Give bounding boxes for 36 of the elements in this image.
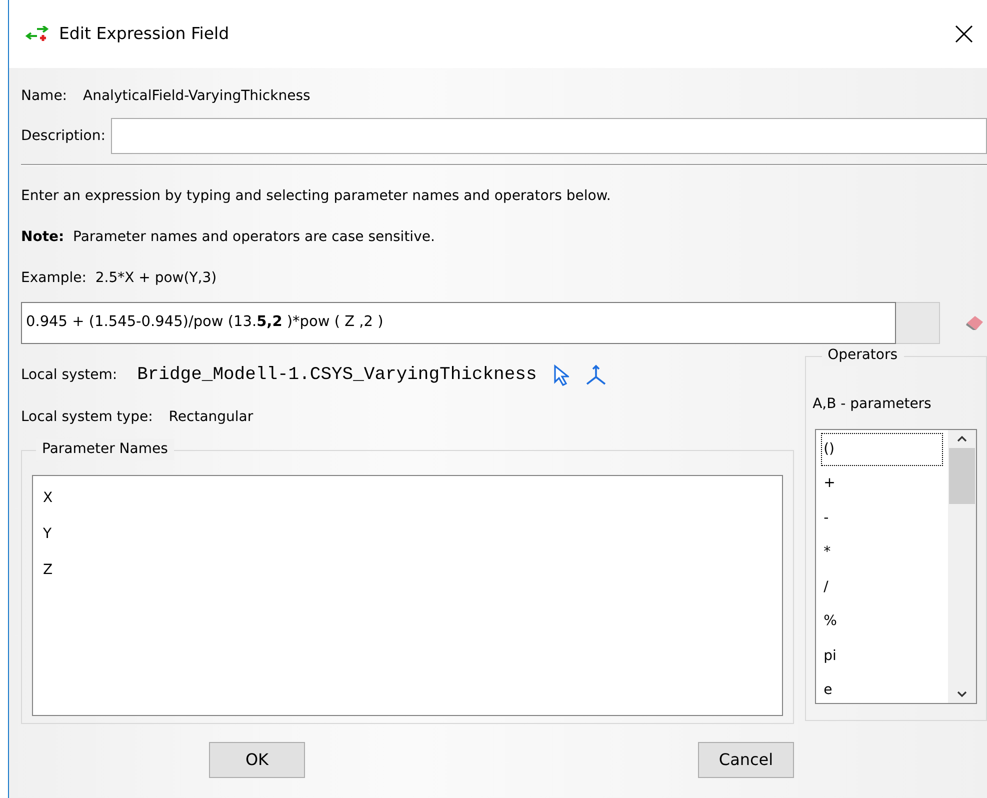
ok-button[interactable]: OK xyxy=(209,742,305,778)
local-system-label: Local system: xyxy=(21,366,118,384)
parameter-item[interactable]: Z xyxy=(33,552,782,588)
operator-item[interactable]: () xyxy=(820,432,944,466)
description-field[interactable] xyxy=(111,118,987,154)
instruction-text: Note: Parameter names and operators are case sensitive. xyxy=(21,228,435,247)
cancel-button[interactable]: Cancel xyxy=(698,742,794,778)
instruction-text: Example: 2.5*X + pow(Y,3) xyxy=(21,269,217,288)
parameter-list[interactable]: X Y Z xyxy=(32,475,783,716)
pointer-icon[interactable] xyxy=(552,364,569,386)
eraser-icon[interactable] xyxy=(964,315,984,331)
field-arrows-icon xyxy=(25,26,49,42)
system-type-value: Rectangular xyxy=(168,408,254,427)
parameter-item[interactable]: X xyxy=(33,480,782,516)
operator-item[interactable]: pi xyxy=(820,639,944,674)
operators-hint: A,B - parameters xyxy=(812,394,932,414)
description-label: Description: xyxy=(21,126,106,146)
operator-item[interactable]: % xyxy=(820,604,944,639)
operator-item[interactable]: - xyxy=(820,501,944,536)
parameter-item[interactable]: Y xyxy=(33,516,782,552)
expression-field[interactable]: 0.945 + (1.545-0.945)/pow (13.5,2 )*pow ( Z ,2 ) xyxy=(21,302,896,344)
scroll-thumb[interactable] xyxy=(949,448,975,504)
name-label: Name: xyxy=(21,86,68,106)
close-icon xyxy=(955,25,973,43)
name-value: AnalyticalField-VaryingThickness xyxy=(83,86,310,106)
operator-list[interactable]: () + - * / % pi e xyxy=(814,429,977,704)
instruction-text: Enter an expression by typing and selecting parameter names and operators below. xyxy=(21,187,611,206)
operator-item[interactable]: + xyxy=(820,466,944,501)
local-system-value: Bridge_Modell-1.CSYS_VaryingThickness xyxy=(137,364,537,386)
field-button[interactable] xyxy=(896,302,940,344)
system-type-label: Local system type: xyxy=(21,408,153,427)
axes-icon[interactable] xyxy=(584,364,607,386)
operator-item[interactable]: / xyxy=(820,570,944,604)
scrollbar[interactable] xyxy=(948,430,976,703)
window-title: Edit Expression Field xyxy=(59,22,230,45)
operator-item[interactable]: * xyxy=(820,536,944,570)
